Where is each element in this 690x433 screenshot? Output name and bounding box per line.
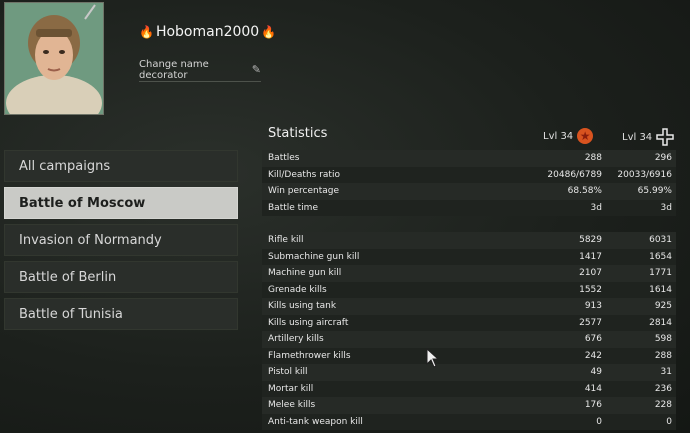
stat-label: Win percentage (268, 186, 340, 197)
allies-value: 913 (584, 301, 602, 312)
stat-label: Pistol kill (268, 367, 308, 378)
flame-icon: 🔥 (261, 25, 277, 39)
axis-value: 65.99% (637, 186, 672, 197)
stat-label: Flamethrower kills (268, 350, 351, 361)
avatar[interactable] (4, 2, 104, 115)
soviet-star-icon: ★ (577, 128, 594, 144)
axis-value: 0 (666, 416, 672, 427)
axis-value: 925 (654, 301, 672, 312)
axis-value: 31 (660, 367, 672, 378)
username-text: Hoboman2000 (155, 24, 260, 40)
axis-value: 6031 (649, 235, 672, 246)
stat-label: Artillery kills (268, 334, 324, 345)
campaign-label: Battle of Berlin (19, 269, 117, 285)
stat-label: Grenade kills (268, 284, 327, 295)
axis-value: 2814 (649, 317, 672, 328)
flame-icon: 🔥 (139, 25, 154, 39)
stat-row: Win percentage 68.58% 65.99% (262, 183, 676, 200)
stat-label: Kills using tank (268, 301, 337, 312)
german-cross-icon (656, 128, 674, 146)
allies-value: 288 (584, 153, 602, 164)
stat-label: Anti-tank weapon kill (268, 416, 363, 427)
decorator-label: Change name decorator (139, 58, 209, 81)
campaign-moscow[interactable]: Battle of Moscow (4, 187, 238, 219)
statistics-title: Statistics (268, 126, 328, 141)
allies-value: 2107 (579, 268, 602, 279)
stat-row: Battle time 3d 3d (262, 199, 676, 216)
stat-row: Pistol kill 49 31 (262, 364, 676, 381)
stat-label: Kills using aircraft (268, 317, 349, 328)
campaign-label: Invasion of Normandy (19, 232, 162, 248)
campaign-list: All campaigns Battle of Moscow Invasion … (4, 150, 238, 335)
campaign-label: Battle of Moscow (19, 195, 146, 211)
stat-row: Artillery kills 676 598 (262, 331, 676, 348)
axis-value: 598 (654, 334, 672, 345)
stat-row: Kills using tank 913 925 (262, 298, 676, 315)
stat-row: Kills using aircraft 2577 2814 (262, 314, 676, 331)
stat-label: Melee kills (268, 400, 316, 411)
change-name-decorator-button[interactable]: Change name decorator ✎ (139, 58, 261, 82)
stat-label: Machine gun kill (268, 268, 342, 279)
campaign-label: All campaigns (19, 158, 111, 174)
allies-value: 2577 (579, 317, 602, 328)
campaign-tunisia[interactable]: Battle of Tunisia (4, 298, 238, 330)
pencil-icon: ✎ (251, 63, 261, 76)
allies-value: 5829 (579, 235, 602, 246)
campaign-berlin[interactable]: Battle of Berlin (4, 261, 238, 293)
axis-value: 288 (654, 350, 672, 361)
stat-label: Rifle kill (268, 235, 304, 246)
allies-value: 68.58% (567, 186, 602, 197)
stat-row: Melee kills 176 228 (262, 397, 676, 414)
stat-row: Machine gun kill 2107 1771 (262, 265, 676, 282)
allies-value: 49 (590, 367, 602, 378)
allies-value: 176 (584, 400, 602, 411)
allies-value: 1552 (579, 284, 602, 295)
stat-label: Battles (268, 153, 300, 164)
axis-value: 20033/6916 (617, 169, 672, 180)
campaign-normandy[interactable]: Invasion of Normandy (4, 224, 238, 256)
stat-row: Flamethrower kills 242 288 (262, 347, 676, 364)
pilot-portrait-icon (5, 3, 103, 114)
stat-label: Submachine gun kill (268, 251, 360, 262)
kills-table: Rifle kill 5829 6031 Submachine gun kill 141… (262, 232, 676, 430)
axis-level-text: Lvl 34 (622, 131, 653, 143)
allies-value: 3d (590, 202, 602, 213)
axis-value: 236 (654, 383, 672, 394)
axis-value: 3d (660, 202, 672, 213)
campaign-label: Battle of Tunisia (19, 306, 123, 322)
axis-value: 1654 (649, 251, 672, 262)
stat-row: Kill/Deaths ratio 20486/6789 20033/6916 (262, 166, 676, 183)
stat-row: Anti-tank weapon kill 0 0 (262, 413, 676, 430)
allies-value: 0 (596, 416, 602, 427)
mouse-cursor-icon (426, 348, 440, 368)
allies-value: 1417 (579, 251, 602, 262)
stat-row: Mortar kill 414 236 (262, 380, 676, 397)
axis-value: 1771 (649, 268, 672, 279)
allies-level: Lvl 34 ★ (543, 128, 594, 144)
axis-value: 228 (654, 400, 672, 411)
allies-value: 414 (584, 383, 602, 394)
stat-label: Mortar kill (268, 383, 314, 394)
axis-value: 296 (654, 153, 672, 164)
axis-value: 1614 (649, 284, 672, 295)
allies-value: 20486/6789 (547, 169, 602, 180)
campaign-all[interactable]: All campaigns (4, 150, 238, 182)
allies-value: 676 (584, 334, 602, 345)
username: 🔥 Hoboman2000 🔥 (139, 24, 276, 40)
allies-value: 242 (584, 350, 602, 361)
axis-level: Lvl 34 (622, 128, 674, 146)
stat-row: Submachine gun kill 1417 1654 (262, 248, 676, 265)
stat-row: Rifle kill 5829 6031 (262, 232, 676, 249)
stat-label: Kill/Deaths ratio (268, 169, 340, 180)
summary-table: Battles 288 296 Kill/Deaths ratio 20486/6789… (262, 150, 676, 216)
stat-row: Grenade kills 1552 1614 (262, 281, 676, 298)
stat-label: Battle time (268, 202, 318, 213)
allies-level-text: Lvl 34 (543, 130, 574, 142)
stat-row: Battles 288 296 (262, 150, 676, 167)
